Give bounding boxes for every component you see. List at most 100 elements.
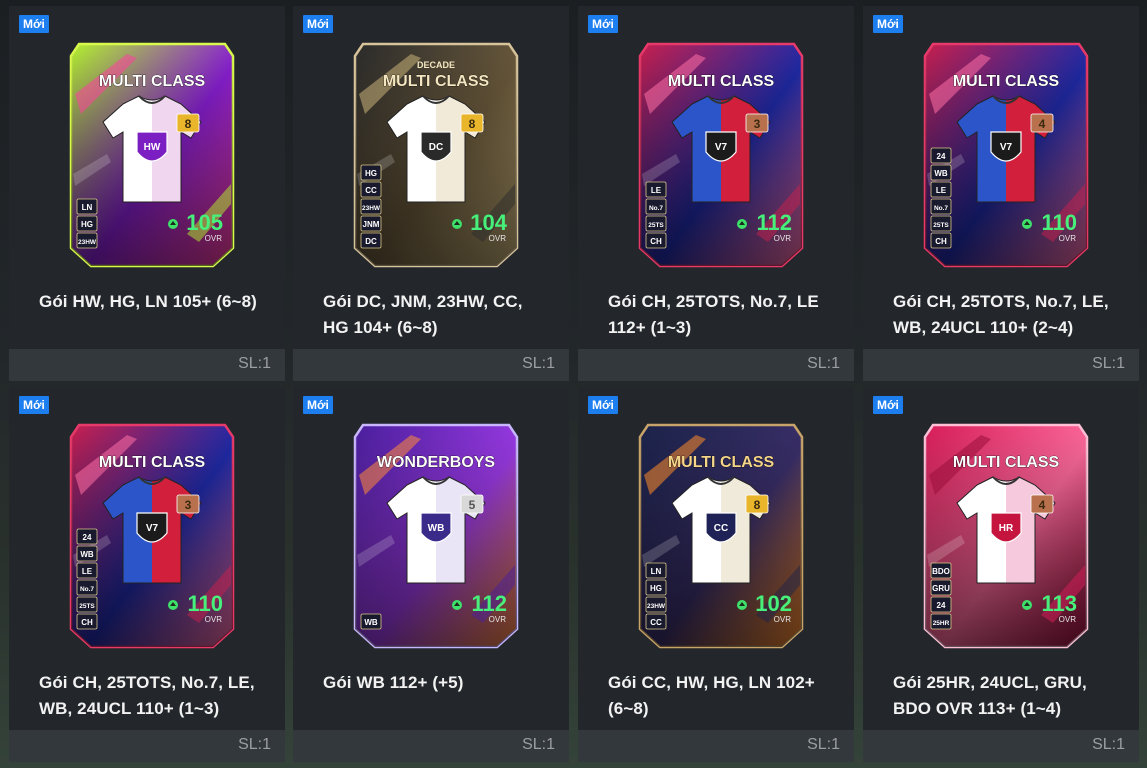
pack-quantity: SL:1: [522, 355, 555, 372]
svg-text:HW: HW: [144, 142, 161, 153]
new-badge: Mới: [873, 15, 903, 33]
svg-text:23HW: 23HW: [78, 239, 97, 246]
svg-text:CC: CC: [650, 618, 662, 627]
card-tag: 23HW: [645, 596, 667, 613]
pack-quantity: SL:1: [1092, 355, 1125, 372]
quantity-bar: SL:1: [578, 730, 854, 762]
card-tag: WB: [76, 545, 98, 562]
svg-text:LN: LN: [82, 203, 93, 212]
card-tag: CH: [930, 232, 952, 249]
grade-badge: 4: [1030, 494, 1054, 514]
pack-title: Gói CC, HW, HG, LN 102+ (6~8): [608, 673, 815, 718]
card-tag: 25TS: [76, 596, 98, 613]
pack-card-image[interactable]: MULTI CLASS CC 8 LN HG 23HW CC 102 OVR: [636, 415, 806, 653]
pack-quantity: SL:1: [807, 736, 840, 753]
pack-tile[interactable]: Mới MULTI CLASS: [578, 387, 854, 762]
ovr-label: OVR: [205, 615, 223, 624]
pack-card-image[interactable]: MULTI CLASS V7 4 24 WB LE No.7 25TS CH 1…: [921, 34, 1091, 272]
svg-text:24: 24: [83, 533, 92, 542]
pack-card-image[interactable]: MULTI CLASS V7 3 24 WB LE No.7 25TS CH 1…: [67, 415, 237, 653]
ovr-value: 104: [470, 210, 507, 235]
svg-text:No.7: No.7: [934, 205, 948, 212]
svg-text:25HR: 25HR: [933, 620, 950, 627]
pack-card-image[interactable]: DECADE MULTI CLASS DC 8 HG CC 23HW JNM D…: [351, 34, 521, 272]
card-tag: 24: [76, 528, 98, 545]
svg-text:HG: HG: [650, 584, 662, 593]
pack-grid: Mới MULTI CLASS HW 8 LN HG 23HW 105 OVR …: [0, 0, 1147, 768]
card-subtitle: DECADE: [417, 60, 455, 70]
ovr-label: OVR: [1059, 234, 1077, 243]
card-tag: 25TS: [645, 215, 667, 232]
quantity-bar: SL:1: [293, 349, 569, 381]
svg-text:BDO: BDO: [932, 567, 950, 576]
new-badge: Mới: [303, 15, 333, 33]
new-badge: Mới: [873, 396, 903, 414]
svg-text:WB: WB: [364, 618, 378, 627]
pack-tile[interactable]: Mới MULTI CLASS: [578, 6, 854, 381]
pack-tile[interactable]: Mới MULTI CLASS: [863, 387, 1139, 762]
card-season-title: MULTI CLASS: [953, 454, 1060, 471]
card-season-title: MULTI CLASS: [953, 73, 1060, 90]
pack-tile[interactable]: Mới MULTI CLASS: [9, 387, 285, 762]
svg-text:GRU: GRU: [932, 584, 950, 593]
svg-text:CH: CH: [650, 237, 662, 246]
svg-text:No.7: No.7: [649, 205, 663, 212]
pack-tile[interactable]: Mới MULTI CLASS: [9, 6, 285, 381]
grade-badge: 8: [176, 113, 200, 133]
player-card: MULTI CLASS V7 3 24 WB LE No.7 25TS CH 1…: [69, 423, 235, 649]
svg-text:CH: CH: [81, 618, 93, 627]
new-badge: Mới: [588, 396, 618, 414]
new-badge: Mới: [19, 15, 49, 33]
grade-badge: 3: [176, 494, 200, 514]
card-tag: LN: [645, 562, 667, 579]
quantity-bar: SL:1: [863, 349, 1139, 381]
ovr-label: OVR: [774, 234, 792, 243]
player-card: MULTI CLASS HR 4 BDO GRU 24 25HR 113 OVR: [923, 423, 1089, 649]
card-tag: CC: [645, 613, 667, 630]
grade-badge: 4: [1030, 113, 1054, 133]
pack-quantity: SL:1: [807, 355, 840, 372]
svg-text:CC: CC: [714, 523, 728, 534]
pack-tile[interactable]: Mới DECADE MULTI CLASS DC 8 HG CC 23HW J…: [293, 6, 569, 381]
pack-card-image[interactable]: WONDERBOYS WB 5 WB 112 OVR: [351, 415, 521, 653]
ovr-value: 110: [188, 591, 224, 616]
player-card: MULTI CLASS HW 8 LN HG 23HW 105 OVR: [69, 42, 235, 268]
pack-card-image[interactable]: MULTI CLASS HW 8 LN HG 23HW 105 OVR: [67, 34, 237, 272]
svg-text:V7: V7: [1000, 142, 1013, 153]
svg-text:HR: HR: [999, 523, 1014, 534]
svg-text:24: 24: [937, 152, 946, 161]
card-season-title: MULTI CLASS: [383, 73, 490, 90]
svg-text:3: 3: [185, 498, 192, 512]
card-tag: 24: [930, 596, 952, 613]
svg-text:23HW: 23HW: [647, 603, 666, 610]
grade-badge: 8: [460, 113, 484, 133]
player-card: MULTI CLASS V7 3 LE No.7 25TS CH 112 OVR: [638, 42, 804, 268]
new-badge: Mới: [303, 396, 333, 414]
quantity-bar: SL:1: [9, 730, 285, 762]
pack-card-image[interactable]: MULTI CLASS HR 4 BDO GRU 24 25HR 113 OVR: [921, 415, 1091, 653]
ovr-value: 110: [1042, 210, 1078, 235]
card-tag: HG: [76, 215, 98, 232]
ovr-value: 112: [472, 591, 508, 616]
card-tag: DC: [360, 232, 382, 249]
card-tag: 23HW: [360, 198, 382, 215]
ovr-label: OVR: [205, 234, 223, 243]
svg-text:3: 3: [754, 117, 761, 131]
svg-text:25TS: 25TS: [933, 222, 949, 229]
card-season-title: MULTI CLASS: [99, 454, 206, 471]
pack-title: Gói 25HR, 24UCL, GRU, BDO OVR 113+ (1~4): [893, 673, 1087, 718]
grade-badge: 3: [745, 113, 769, 133]
svg-text:8: 8: [185, 117, 192, 131]
pack-tile[interactable]: Mới WONDERBOYS WB 5 WB 112 OVR Gói WB 11…: [293, 387, 569, 762]
pack-card-image[interactable]: MULTI CLASS V7 3 LE No.7 25TS CH 112 OVR: [636, 34, 806, 272]
card-tag: JNM: [360, 215, 382, 232]
quantity-bar: SL:1: [578, 349, 854, 381]
card-tag: WB: [360, 613, 382, 630]
svg-text:DC: DC: [429, 142, 443, 153]
svg-text:8: 8: [754, 498, 761, 512]
card-tag: LN: [76, 198, 98, 215]
pack-tile[interactable]: Mới MULTI CLASS: [863, 6, 1139, 381]
pack-quantity: SL:1: [522, 736, 555, 753]
card-season-title: MULTI CLASS: [668, 454, 775, 471]
svg-text:8: 8: [469, 117, 476, 131]
